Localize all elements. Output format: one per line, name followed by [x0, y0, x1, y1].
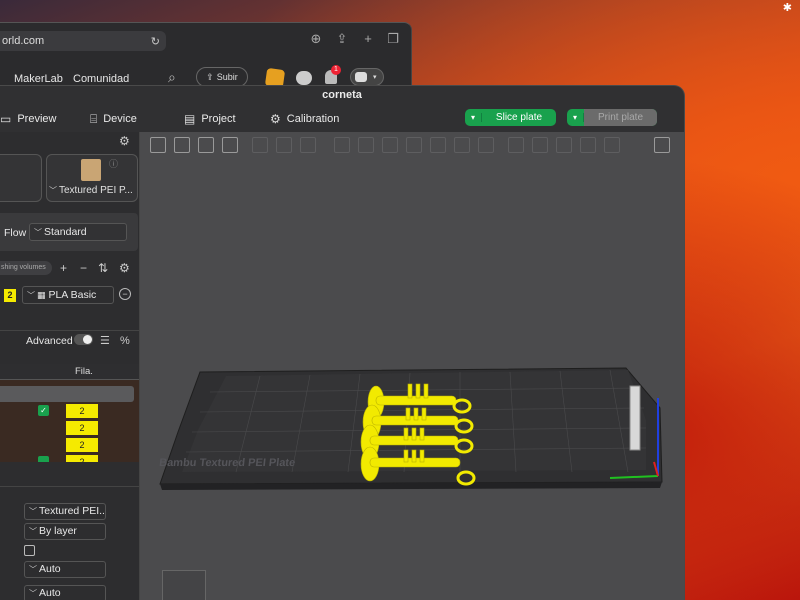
avatar-menu[interactable]: ▾ — [350, 68, 384, 86]
tab-project[interactable]: ▤ Project — [184, 111, 236, 127]
system-menu-bar: ✱ — [0, 0, 800, 16]
slice-plate-button[interactable]: ▾ Slice plate — [465, 109, 556, 126]
tab-preview[interactable]: ▭ Preview — [0, 111, 56, 127]
avatar — [355, 72, 367, 82]
share-icon[interactable]: ⇪ — [334, 31, 350, 47]
filament-list-icon: ▦ — [37, 290, 46, 300]
top-toolbar: ▭ Preview ⌸ Device ▤ Project ⚙ Calibrati… — [0, 106, 684, 132]
object-filament[interactable]: 2 — [66, 455, 98, 462]
plate-type-card[interactable]: ⓘ ﹀ Textured PEI P... — [46, 154, 138, 202]
reload-icon[interactable]: ↻ — [151, 35, 160, 48]
chevron-down-icon[interactable]: ▾ — [465, 113, 482, 122]
print-settings-list: ﹀ Textured PEI... ﹀ By layer ﹀ Auto ﹀ Auto — [0, 486, 139, 600]
flushing-volumes-button[interactable]: shing volumes — [0, 261, 52, 275]
navigation-cube[interactable] — [162, 570, 206, 600]
chevron-down-icon: ﹀ — [29, 507, 37, 516]
upload-label: Subir — [216, 72, 238, 82]
chevron-down-icon[interactable]: ▾ — [567, 113, 584, 122]
filament-row: 2 ﹀ ▦ PLA Basic − — [0, 284, 139, 308]
chevron-down-icon: ▾ — [373, 74, 377, 81]
device-icon: ⌸ — [90, 111, 98, 126]
plate-type-select[interactable]: ﹀ Textured PEI P... — [49, 185, 137, 196]
printer-card[interactable] — [0, 154, 42, 202]
print-plate-button[interactable]: ▾ Print plate — [567, 109, 657, 126]
upload-icon: ⇪ — [206, 71, 214, 82]
chevron-down-icon: ﹀ — [49, 186, 57, 195]
bluetooth-icon[interactable]: ✱ — [783, 1, 792, 14]
project-icon: ▤ — [184, 112, 196, 126]
plate-label: Bambu Textured PEI Plate — [159, 457, 296, 469]
add-icon[interactable]: + — [60, 261, 67, 275]
gear-icon[interactable]: ⚙ — [119, 134, 130, 148]
3d-viewport[interactable]: Bambu Textured PEI Plate — [140, 132, 684, 600]
remove-icon[interactable]: − — [80, 261, 87, 275]
table-row-selected[interactable] — [0, 386, 134, 402]
visible-checkbox[interactable]: ✓ — [38, 405, 49, 416]
auto-select-1[interactable]: ﹀ Auto — [24, 561, 106, 578]
object-table: Fila. ✓ 2 2 2 2 — [0, 364, 139, 462]
tabs-overview-icon[interactable]: ❐ — [385, 31, 401, 47]
slicer-window: corneta ▭ Preview ⌸ Device ▤ Project ⚙ C… — [0, 86, 684, 600]
advanced-toggle[interactable] — [74, 334, 93, 345]
auto-select-2[interactable]: ﹀ Auto — [24, 585, 106, 600]
chevron-down-icon: ﹀ — [34, 228, 42, 237]
upload-button[interactable]: ⇪ Subir — [196, 67, 248, 87]
object-filament[interactable]: 2 — [66, 404, 98, 418]
flow-label: Flow — [4, 227, 27, 239]
chevron-down-icon: ﹀ — [29, 565, 37, 574]
slice-plate-label: Slice plate — [495, 112, 543, 123]
tab-label: Preview — [17, 113, 57, 125]
calibration-icon: ⚙ — [270, 112, 281, 126]
object-filament[interactable]: 2 — [66, 421, 98, 435]
chevron-down-icon: ﹀ — [29, 527, 37, 536]
chat-icon[interactable] — [296, 71, 312, 85]
list-icon[interactable]: ☰ — [100, 334, 110, 348]
chevron-down-icon: ﹀ — [29, 589, 37, 598]
nav-link-makerlab[interactable]: MakerLab — [14, 73, 63, 85]
url-bar[interactable]: orld.com ↻ — [0, 31, 166, 51]
advanced-label: Advanced — [26, 335, 73, 347]
advanced-row: Advanced ☰ % — [0, 330, 139, 348]
tab-label: Calibration — [286, 113, 340, 125]
remove-filament-button[interactable]: − — [119, 288, 131, 300]
sequence-select[interactable]: ﹀ By layer — [24, 523, 106, 540]
window-title: corneta — [322, 89, 362, 101]
table-header: Fila. — [0, 364, 139, 380]
info-icon[interactable]: ⓘ — [109, 157, 118, 170]
column-filament: Fila. — [75, 366, 93, 377]
filament-toolbar: shing volumes + − ⇅ ⚙ — [0, 260, 139, 278]
notification-badge: 1 — [331, 65, 341, 75]
flow-section: Flow ﹀ Standard — [0, 213, 138, 251]
flow-select[interactable]: ﹀ Standard — [29, 223, 127, 241]
setting-checkbox[interactable] — [24, 545, 35, 556]
build-plate-scene: Bambu Textured PEI Plate — [159, 367, 663, 490]
sync-icon[interactable]: ⇅ — [98, 261, 108, 275]
preview-icon: ▭ — [0, 112, 12, 126]
print-plate-label: Print plate — [584, 109, 657, 126]
plate-thumbnail — [81, 159, 101, 181]
settings-sidebar: ⚙ ⓘ ﹀ Textured PEI P... Flow ﹀ Standard sh… — [0, 132, 140, 600]
visible-checkbox[interactable] — [38, 456, 49, 462]
wipe-tower[interactable] — [629, 385, 641, 451]
gear-icon[interactable]: ⚙ — [119, 261, 130, 275]
object-filament[interactable]: 2 — [66, 438, 98, 452]
chevron-down-icon: ﹀ — [27, 291, 35, 300]
plate-setting-select[interactable]: ﹀ Textured PEI... — [24, 503, 106, 520]
nav-link-comunidad[interactable]: Comunidad — [73, 73, 129, 85]
tab-label: Device — [103, 113, 137, 125]
search-icon[interactable]: ⌕ — [168, 69, 176, 86]
download-icon[interactable]: ⊕ — [308, 31, 324, 47]
url-text: orld.com — [2, 35, 45, 47]
percent-icon[interactable]: % — [120, 334, 130, 348]
new-tab-icon[interactable]: + — [360, 31, 376, 47]
tab-label: Project — [201, 113, 236, 125]
filament-number[interactable]: 2 — [4, 289, 16, 302]
filament-select[interactable]: ﹀ ▦ PLA Basic — [22, 286, 114, 304]
tab-device[interactable]: ⌸ Device — [90, 111, 137, 127]
tab-calibration[interactable]: ⚙ Calibration — [270, 111, 339, 127]
